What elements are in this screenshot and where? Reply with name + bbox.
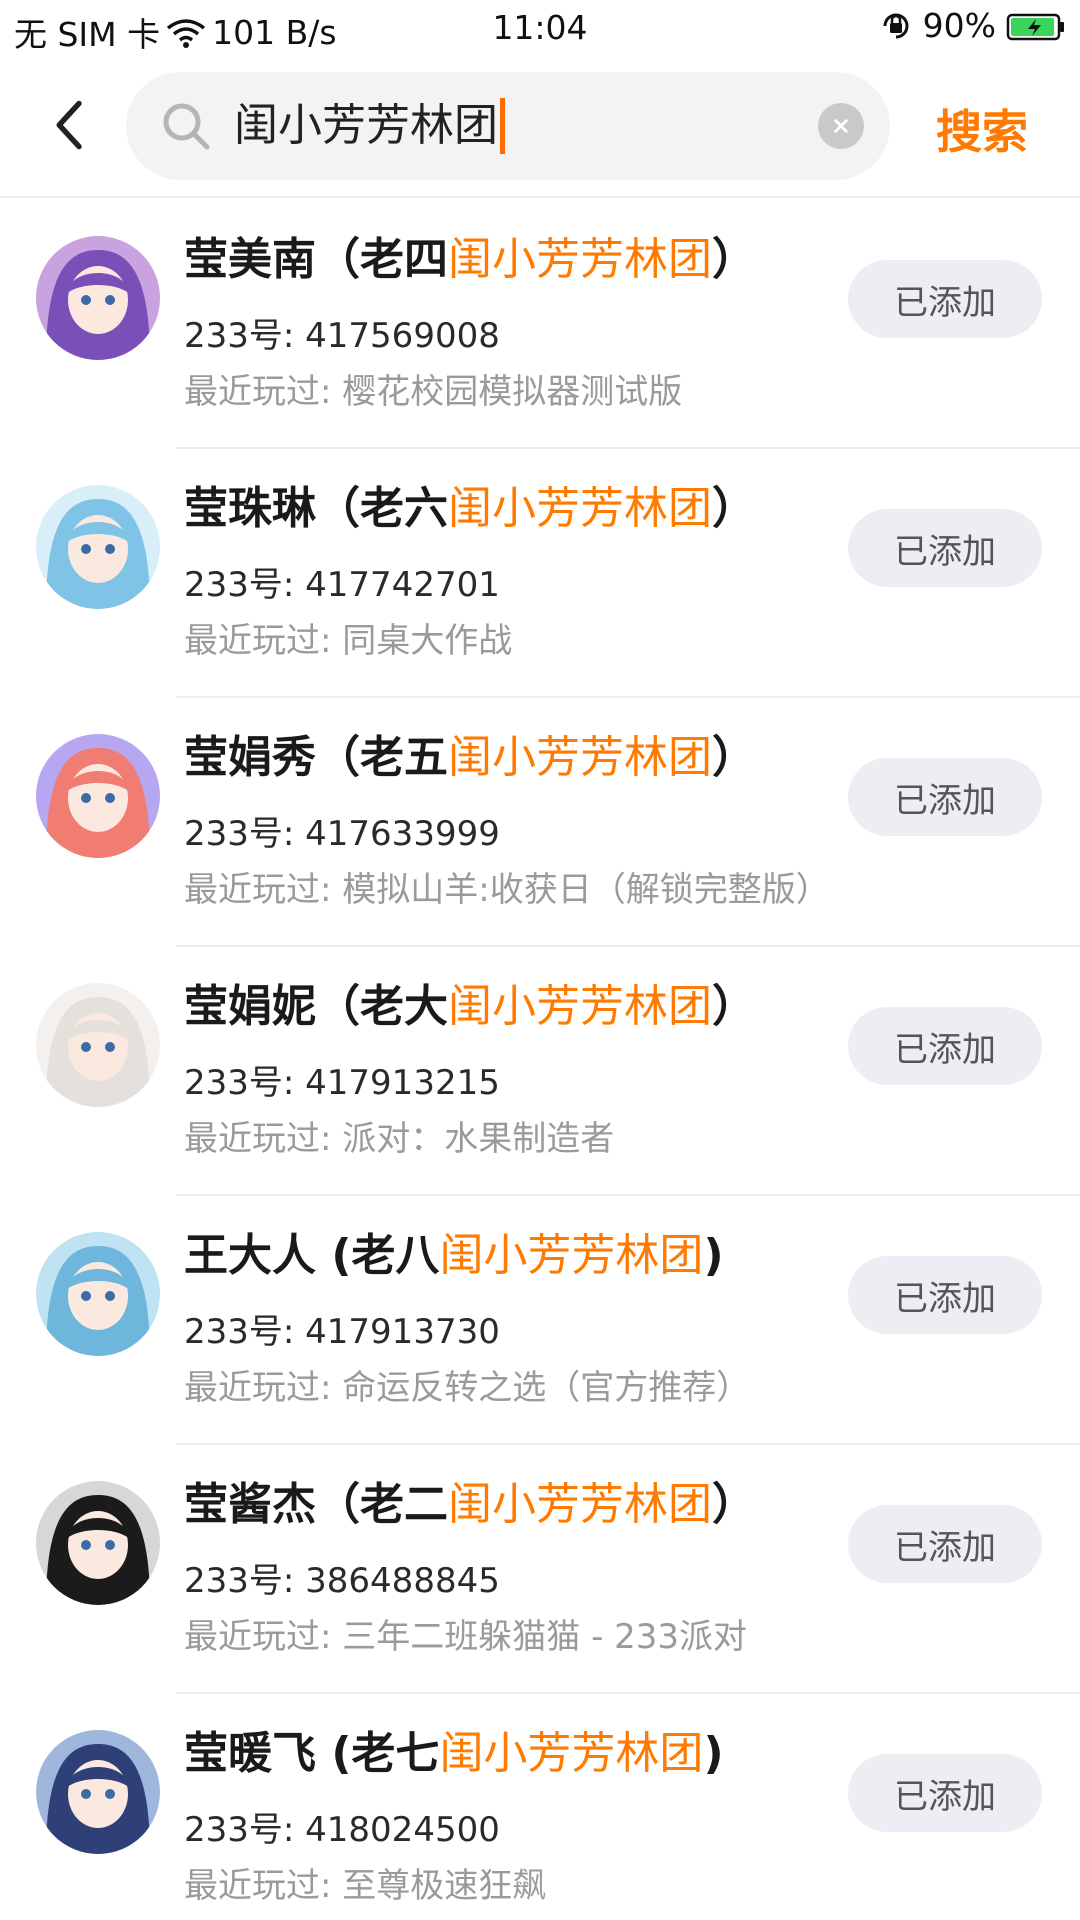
recently-played: 最近玩过: 命运反转之选（官方推荐） bbox=[184, 1368, 751, 1408]
results-list: 莹美南（老四闺小芳芳林团） 233号: 417569008 最近玩过: 樱花校园… bbox=[0, 200, 1080, 1920]
user-id: 233号: 386488845 bbox=[184, 1561, 500, 1601]
user-name: 莹娟秀（老五闺小芳芳林团） bbox=[184, 732, 756, 783]
list-item[interactable]: 莹珠琳（老六闺小芳芳林团） 233号: 417742701 最近玩过: 同桌大作… bbox=[0, 449, 1080, 698]
clear-search-button[interactable] bbox=[818, 103, 864, 149]
name-highlight: 闺小芳芳林团 bbox=[448, 234, 712, 285]
user-name: 莹珠琳（老六闺小芳芳林团） bbox=[184, 483, 756, 534]
avatar[interactable] bbox=[36, 485, 160, 609]
recently-played: 最近玩过: 三年二班躲猫猫 - 233派对 bbox=[184, 1617, 748, 1657]
list-item[interactable]: 莹暖飞 (老七闺小芳芳林团) 233号: 418024500 最近玩过: 至尊极… bbox=[0, 1694, 1080, 1920]
search-input[interactable]: 闺小芳芳林团 bbox=[234, 90, 794, 162]
recently-played: 最近玩过: 同桌大作战 bbox=[184, 621, 513, 661]
avatar[interactable] bbox=[36, 983, 160, 1107]
avatar-image bbox=[36, 983, 160, 1107]
name-highlight: 闺小芳芳林团 bbox=[448, 732, 712, 783]
avatar-image bbox=[36, 734, 160, 858]
search-box[interactable]: 闺小芳芳林团 bbox=[126, 72, 890, 180]
avatar-image bbox=[36, 236, 160, 360]
added-button[interactable]: 已添加 bbox=[848, 1007, 1042, 1085]
recently-played: 最近玩过: 至尊极速狂飙 bbox=[184, 1866, 547, 1906]
recently-played: 最近玩过: 模拟山羊:收获日（解锁完整版） bbox=[184, 870, 830, 910]
recently-played: 最近玩过: 派对：水果制造者 bbox=[184, 1119, 615, 1159]
battery-percent: 90% bbox=[922, 6, 996, 45]
user-id: 233号: 417569008 bbox=[184, 316, 500, 356]
avatar-image bbox=[36, 1232, 160, 1356]
rotation-lock-icon bbox=[879, 9, 913, 43]
search-header: 闺小芳芳林团 搜索 bbox=[0, 60, 1080, 198]
avatar[interactable] bbox=[36, 1481, 160, 1605]
back-button[interactable] bbox=[40, 92, 100, 158]
user-id: 233号: 417742701 bbox=[184, 565, 500, 605]
search-icon bbox=[163, 103, 210, 150]
added-button[interactable]: 已添加 bbox=[848, 1256, 1042, 1334]
user-name: 莹酱杰（老二闺小芳芳林团） bbox=[184, 1479, 756, 1530]
avatar[interactable] bbox=[36, 734, 160, 858]
name-highlight: 闺小芳芳林团 bbox=[448, 1479, 712, 1530]
avatar-image bbox=[36, 1730, 160, 1854]
user-id: 233号: 418024500 bbox=[184, 1810, 500, 1850]
text-caret bbox=[500, 98, 505, 154]
avatar-image bbox=[36, 1481, 160, 1605]
status-bar: 无 SIM 卡 101 B/s 11:04 90% bbox=[0, 0, 1080, 56]
name-highlight: 闺小芳芳林团 bbox=[448, 483, 712, 534]
recently-played: 最近玩过: 樱花校园模拟器测试版 bbox=[184, 372, 683, 412]
battery-charging-icon bbox=[1006, 11, 1066, 41]
list-item[interactable]: 莹娟秀（老五闺小芳芳林团） 233号: 417633999 最近玩过: 模拟山羊… bbox=[0, 698, 1080, 947]
user-name: 莹娟妮（老大闺小芳芳林团） bbox=[184, 981, 756, 1032]
avatar[interactable] bbox=[36, 1730, 160, 1854]
added-button[interactable]: 已添加 bbox=[848, 758, 1042, 836]
list-item[interactable]: 莹酱杰（老二闺小芳芳林团） 233号: 386488845 最近玩过: 三年二班… bbox=[0, 1445, 1080, 1694]
name-highlight: 闺小芳芳林团 bbox=[439, 1728, 704, 1779]
name-highlight: 闺小芳芳林团 bbox=[448, 981, 712, 1032]
close-icon bbox=[834, 119, 848, 133]
added-button[interactable]: 已添加 bbox=[848, 509, 1042, 587]
avatar-image bbox=[36, 485, 160, 609]
chevron-left-icon bbox=[56, 100, 82, 150]
user-name: 莹暖飞 (老七闺小芳芳林团) bbox=[184, 1728, 724, 1779]
list-item[interactable]: 莹娟妮（老大闺小芳芳林团） 233号: 417913215 最近玩过: 派对：水… bbox=[0, 947, 1080, 1196]
added-button[interactable]: 已添加 bbox=[848, 260, 1042, 338]
name-highlight: 闺小芳芳林团 bbox=[439, 1230, 704, 1281]
user-id: 233号: 417913730 bbox=[184, 1312, 500, 1352]
status-right: 90% bbox=[879, 6, 1066, 45]
list-item[interactable]: 王大人 (老八闺小芳芳林团) 233号: 417913730 最近玩过: 命运反… bbox=[0, 1196, 1080, 1445]
added-button[interactable]: 已添加 bbox=[848, 1505, 1042, 1583]
search-query-text: 闺小芳芳林团 bbox=[234, 100, 498, 151]
search-button[interactable]: 搜索 bbox=[936, 96, 1028, 162]
avatar[interactable] bbox=[36, 236, 160, 360]
list-item[interactable]: 莹美南（老四闺小芳芳林团） 233号: 417569008 最近玩过: 樱花校园… bbox=[0, 200, 1080, 449]
user-name: 莹美南（老四闺小芳芳林团） bbox=[184, 234, 756, 285]
added-button[interactable]: 已添加 bbox=[848, 1754, 1042, 1832]
user-id: 233号: 417633999 bbox=[184, 814, 500, 854]
user-name: 王大人 (老八闺小芳芳林团) bbox=[184, 1230, 724, 1281]
avatar[interactable] bbox=[36, 1232, 160, 1356]
user-id: 233号: 417913215 bbox=[184, 1063, 500, 1103]
